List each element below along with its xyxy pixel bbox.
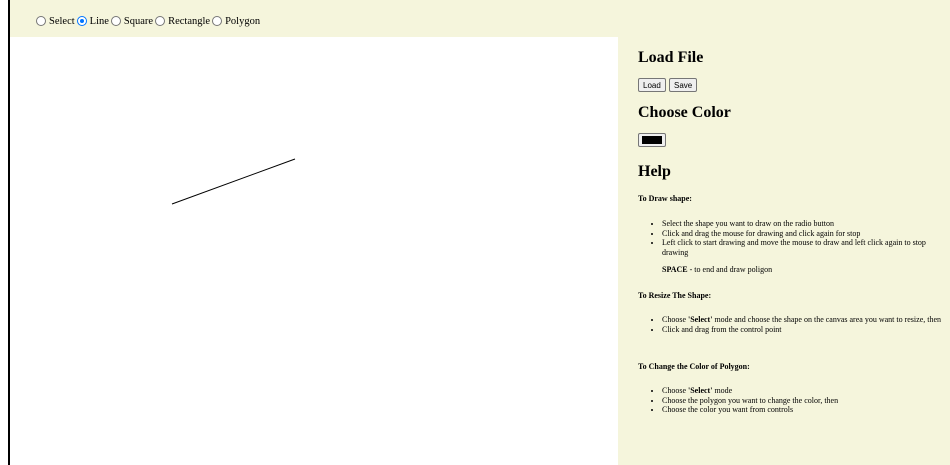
resize-help-heading: To Resize The Shape: [638,291,712,300]
list-item: Choose 'Select' mode and choose the shap… [662,315,948,325]
space-key-note: SPACE - to end and draw poligon [662,265,772,275]
list-item: Click and drag the mouse for drawing and… [662,229,948,239]
mode-polygon-label: Polygon [225,15,261,27]
mode-select-radio[interactable] [36,16,46,26]
mode-line-option[interactable]: Line [76,15,109,27]
color-picker-fill [642,136,662,144]
list-item-text: Click and drag from the control point [662,324,782,334]
drawing-canvas[interactable] [10,37,618,465]
mode-polygon-radio[interactable] [212,16,223,26]
mode-select-option[interactable]: Select [36,16,75,27]
draw-help-list: Select the shape you want to draw on the… [651,219,948,257]
drawn-line[interactable] [171,158,296,205]
mode-rectangle-radio[interactable] [155,16,166,26]
list-item-bold: 'Select' [688,386,713,395]
list-item-text: Choose [662,386,688,395]
control-panel: Load File Load Save Choose Color Help To… [638,37,942,465]
draw-help-heading: To Draw shape: [638,194,692,203]
mode-polygon-option[interactable]: Polygon [212,16,260,27]
list-item: Choose 'Select' mode [662,386,948,396]
list-item: Select the shape you want to draw on the… [662,219,948,229]
list-item-bold: 'Select' [688,315,713,324]
list-item-text: Choose the color you want from controls [662,405,794,414]
mode-rectangle-option[interactable]: Rectangle [155,16,210,27]
list-item: Click and drag from the control point [662,325,948,335]
resize-help-list: Choose 'Select' mode and choose the shap… [651,315,948,334]
load-button[interactable]: Load [638,78,666,92]
list-item: Choose the polygon you want to change th… [662,396,948,406]
mode-select-label: Select [49,15,75,27]
space-key-label: SPACE [662,265,688,274]
list-item: Choose the color you want from controls [662,405,948,415]
save-button[interactable]: Save [669,78,698,92]
choose-color-title: Choose Color [638,104,731,121]
load-file-title: Load File [638,49,704,66]
canvas-svg[interactable] [10,37,618,465]
list-item-text: mode and choose the shape on the canvas … [712,315,942,324]
mode-toolbar: Select Line Square Rectangle Polygon [36,13,262,29]
mode-square-label: Square [123,15,154,27]
list-item: Left click to start drawing and move the… [662,238,948,257]
list-item-text: Choose the polygon you want to change th… [662,395,839,405]
space-key-text: - to end and draw poligon [687,265,773,274]
list-item-text: Choose [662,315,688,324]
help-title: Help [638,163,671,180]
list-item-text: mode [712,386,733,395]
color-help-list: Choose 'Select' mode Choose the polygon … [651,386,948,415]
mode-rectangle-label: Rectangle [168,15,211,27]
mode-square-radio[interactable] [110,16,121,26]
color-picker[interactable] [638,133,666,147]
mode-line-label: Line [89,15,109,27]
mode-line-radio[interactable] [76,16,87,26]
mode-square-option[interactable]: Square [110,15,154,27]
color-help-heading: To Change the Color of Polygon: [638,362,750,371]
